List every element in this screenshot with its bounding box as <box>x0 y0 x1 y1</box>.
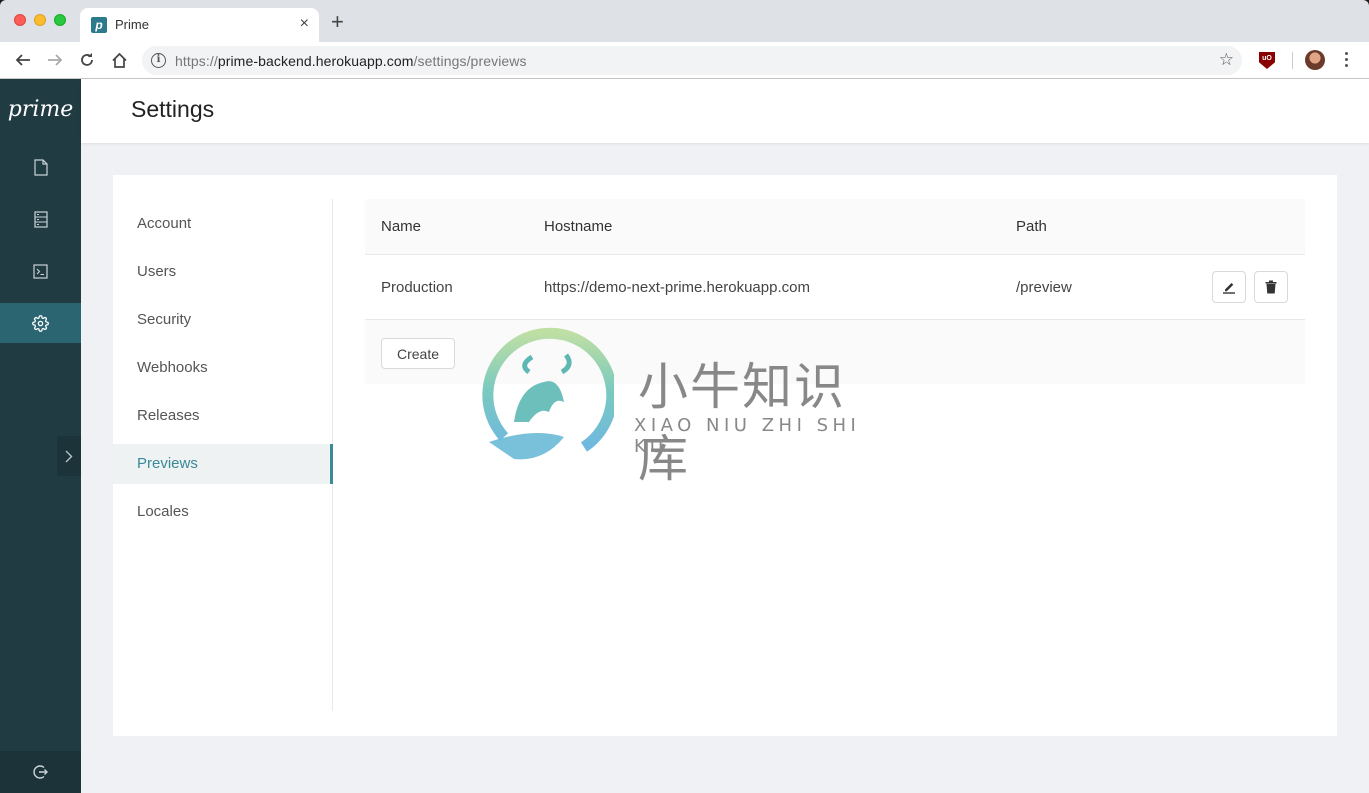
settings-nav-users[interactable]: Users <box>113 252 333 292</box>
browser-chrome: p Prime × + i https://prime-backend.hero… <box>0 0 1369 79</box>
home-icon <box>111 52 127 68</box>
column-header-hostname: Hostname <box>544 218 613 235</box>
bookmark-star-icon[interactable]: ☆ <box>1219 50 1234 70</box>
window-controls <box>14 14 66 26</box>
chevron-right-icon <box>65 450 73 462</box>
edit-icon <box>1223 283 1235 294</box>
table-row: Production https://demo-next-prime.herok… <box>365 255 1305 320</box>
logout-icon <box>32 765 48 779</box>
settings-card: Account Users Security Webhooks Releases… <box>113 175 1337 736</box>
table-header: Name Hostname Path <box>365 199 1305 255</box>
new-tab-button[interactable]: + <box>331 11 344 33</box>
sidebar-item-documents[interactable] <box>0 147 81 187</box>
gear-icon <box>32 314 49 332</box>
edit-button[interactable] <box>1212 271 1246 303</box>
reload-icon <box>81 53 93 66</box>
settings-nav-releases[interactable]: Releases <box>113 396 333 436</box>
table-footer: Create <box>365 320 1305 384</box>
delete-icon <box>1265 280 1277 294</box>
address-bar[interactable]: i https://prime-backend.herokuapp.com/se… <box>142 46 1242 75</box>
profile-avatar[interactable] <box>1305 50 1325 70</box>
forward-button[interactable] <box>44 49 66 71</box>
settings-nav: Account Users Security Webhooks Releases… <box>113 199 333 711</box>
terminal-icon <box>33 263 48 279</box>
maximize-window-button[interactable] <box>54 14 66 26</box>
arrow-right-icon <box>48 54 63 66</box>
page-header: Settings <box>81 79 1369 143</box>
tab-title: Prime <box>115 17 149 32</box>
settings-nav-security[interactable]: Security <box>113 300 333 340</box>
browser-toolbar: i https://prime-backend.herokuapp.com/se… <box>0 42 1369 79</box>
sidebar-item-schemas[interactable] <box>0 199 81 239</box>
arrow-left-icon <box>15 54 30 66</box>
preview-path: /preview <box>1016 279 1072 296</box>
app: prime Settings Account Users Security We… <box>0 79 1369 793</box>
toolbar-separator <box>1292 52 1293 69</box>
reload-button[interactable] <box>76 49 98 71</box>
create-preview-button[interactable]: Create <box>381 338 456 369</box>
preview-name: Production <box>381 279 453 296</box>
app-logo[interactable]: prime <box>0 97 81 122</box>
logout-button[interactable] <box>0 751 81 793</box>
back-button[interactable] <box>12 49 34 71</box>
settings-nav-locales[interactable]: Locales <box>113 492 333 532</box>
sidebar-item-settings[interactable] <box>0 303 81 343</box>
list-icon <box>33 210 48 228</box>
sidebar-collapse-toggle[interactable] <box>57 436 81 476</box>
favicon-icon: p <box>91 17 107 33</box>
browser-tab[interactable]: p Prime × <box>80 8 319 42</box>
browser-menu-icon[interactable] <box>1345 52 1349 67</box>
close-window-button[interactable] <box>14 14 26 26</box>
url-path: /settings/previews <box>413 53 527 69</box>
preview-hostname: https://demo-next-prime.herokuapp.com <box>544 279 810 296</box>
sidebar-item-playground[interactable] <box>0 251 81 291</box>
ublock-extension-icon[interactable]: uO <box>1259 52 1275 69</box>
sidebar: prime <box>0 79 81 793</box>
url-host: prime-backend.herokuapp.com <box>217 53 414 69</box>
url-text[interactable]: https://prime-backend.herokuapp.com/sett… <box>175 53 527 69</box>
settings-nav-webhooks[interactable]: Webhooks <box>113 348 333 388</box>
settings-nav-account[interactable]: Account <box>113 204 333 244</box>
column-header-name: Name <box>381 218 422 235</box>
settings-nav-previews[interactable]: Previews <box>113 444 333 484</box>
previews-table: Name Hostname Path Production https://de… <box>365 199 1305 384</box>
url-scheme: https:// <box>175 53 218 69</box>
delete-button[interactable] <box>1254 271 1288 303</box>
info-icon[interactable]: i <box>151 53 166 68</box>
home-button[interactable] <box>108 49 130 71</box>
column-header-path: Path <box>1016 218 1047 235</box>
tab-close-icon[interactable]: × <box>300 15 309 33</box>
file-icon <box>33 158 48 176</box>
page-title: Settings <box>131 96 215 122</box>
minimize-window-button[interactable] <box>34 14 46 26</box>
